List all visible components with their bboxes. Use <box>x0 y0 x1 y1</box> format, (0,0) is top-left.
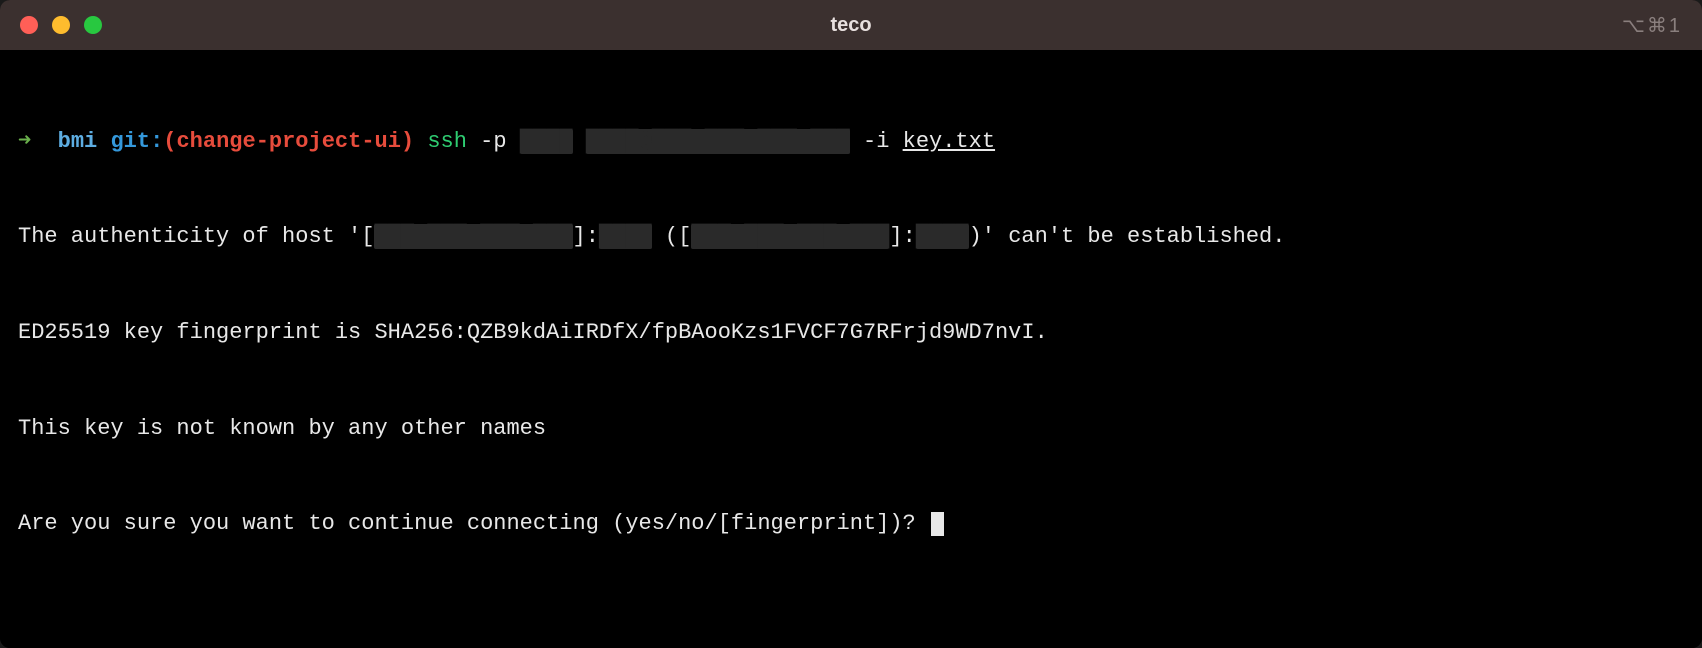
git-paren-open: ( <box>163 129 176 154</box>
minimize-button[interactable] <box>52 16 70 34</box>
keyfile: key.txt <box>903 129 995 154</box>
flag-i: -i <box>863 129 889 154</box>
terminal-body[interactable]: ➜ bmi git:(change-project-ui) ssh -p ███… <box>0 50 1702 648</box>
prompt-question: Are you sure you want to continue connec… <box>18 511 929 536</box>
output-line-2: ED25519 key fingerprint is SHA256:QZB9kd… <box>18 317 1684 349</box>
prompt-folder: bmi <box>58 129 98 154</box>
prompt-arrow: ➜ <box>18 129 31 154</box>
port-redacted: ████ <box>520 129 573 154</box>
traffic-lights <box>20 16 102 34</box>
auth-text-e: )' can't be established. <box>969 224 1286 249</box>
host-redacted: ████@███.███.███.███ <box>586 129 850 154</box>
output-line-4: Are you sure you want to continue connec… <box>18 508 1684 540</box>
git-label: git: <box>110 129 163 154</box>
cursor <box>931 512 944 536</box>
keyboard-shortcut-indicator: ⌥⌘1 <box>1622 13 1682 38</box>
output-line-3: This key is not known by any other names <box>18 413 1684 445</box>
prompt-line: ➜ bmi git:(change-project-ui) ssh -p ███… <box>18 126 1684 158</box>
auth-text-a: The authenticity of host '[ <box>18 224 374 249</box>
git-branch: change-project-ui <box>176 129 400 154</box>
port-redacted-1: ████ <box>599 224 652 249</box>
window-title: teco <box>830 14 871 37</box>
terminal-window: teco ⌥⌘1 ➜ bmi git:(change-project-ui) s… <box>0 0 1702 648</box>
auth-text-b: ]: <box>573 224 599 249</box>
command-name: ssh <box>427 129 467 154</box>
auth-text-d: ]: <box>889 224 915 249</box>
output-line-1: The authenticity of host '[███.███.███.█… <box>18 221 1684 253</box>
git-paren-close: ) <box>401 129 414 154</box>
host-ip-redacted-2: ███.███.███.███ <box>691 224 889 249</box>
flag-p: -p <box>480 129 506 154</box>
host-ip-redacted-1: ███.███.███.███ <box>374 224 572 249</box>
titlebar[interactable]: teco ⌥⌘1 <box>0 0 1702 50</box>
auth-text-c: ([ <box>652 224 692 249</box>
port-redacted-2: ████ <box>916 224 969 249</box>
maximize-button[interactable] <box>84 16 102 34</box>
close-button[interactable] <box>20 16 38 34</box>
